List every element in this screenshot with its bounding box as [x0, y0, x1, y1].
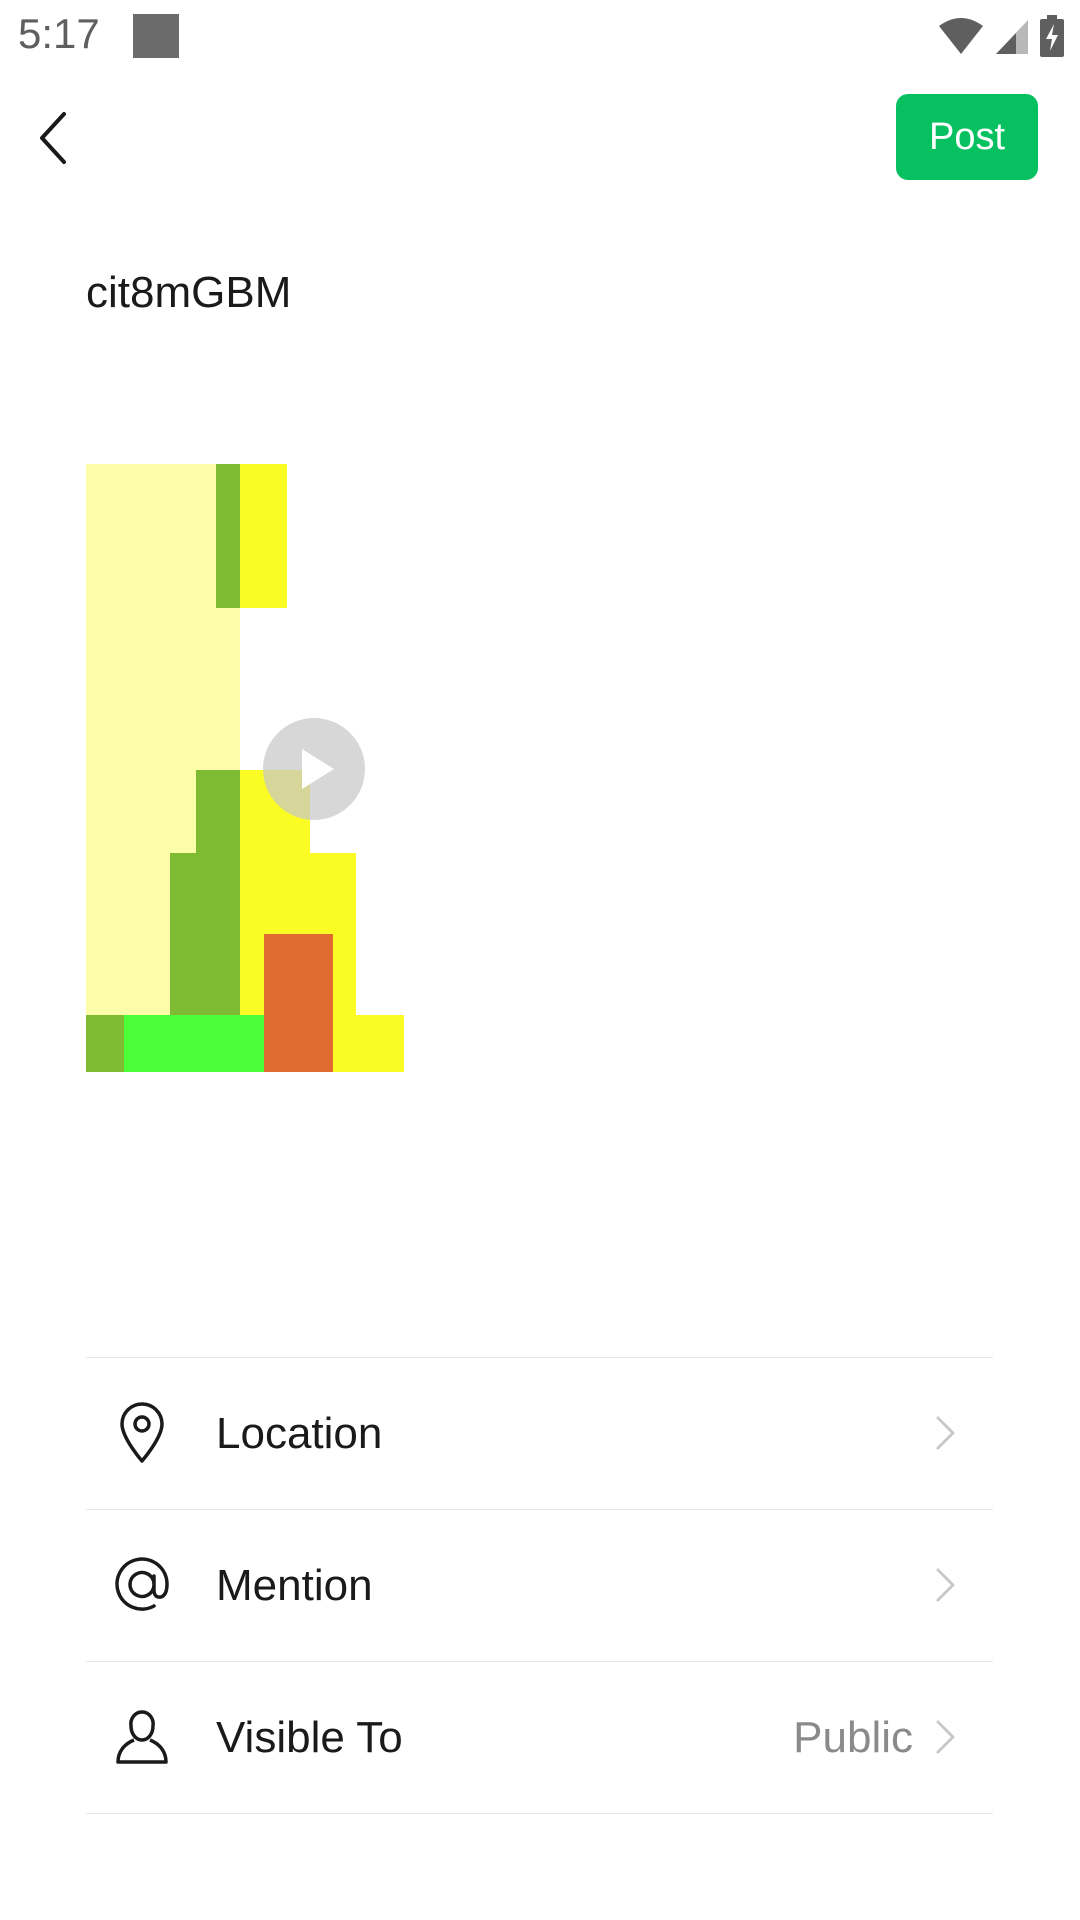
location-row[interactable]: Location [86, 1358, 993, 1510]
play-icon[interactable] [262, 717, 366, 821]
location-label: Location [216, 1409, 383, 1458]
notification-placeholder-icon [133, 14, 179, 58]
mention-row[interactable]: Mention [86, 1510, 993, 1662]
status-icons [938, 14, 1064, 58]
location-pin-icon [114, 1402, 170, 1464]
post-button[interactable]: Post [896, 94, 1038, 180]
status-time: 5:17 [18, 10, 100, 57]
back-button[interactable] [30, 108, 80, 168]
visible-to-row[interactable]: Visible To Public [86, 1662, 993, 1814]
chevron-right-icon [936, 1416, 955, 1450]
at-sign-icon [114, 1554, 170, 1616]
status-bar: 5:17 [0, 0, 1080, 72]
visible-to-label: Visible To [216, 1713, 403, 1762]
mention-label: Mention [216, 1561, 373, 1610]
signal-icon [996, 20, 1028, 54]
chevron-left-icon [40, 112, 66, 164]
post-text[interactable]: cit8mGBM [86, 268, 291, 318]
person-icon [114, 1706, 170, 1768]
visible-to-value: Public [793, 1713, 913, 1762]
chevron-right-icon [936, 1568, 955, 1602]
post-options-list: Location Mention Visible To Public [86, 1357, 993, 1814]
wifi-icon [939, 18, 983, 54]
battery-charging-icon [1040, 15, 1064, 57]
chevron-right-icon [936, 1720, 955, 1754]
